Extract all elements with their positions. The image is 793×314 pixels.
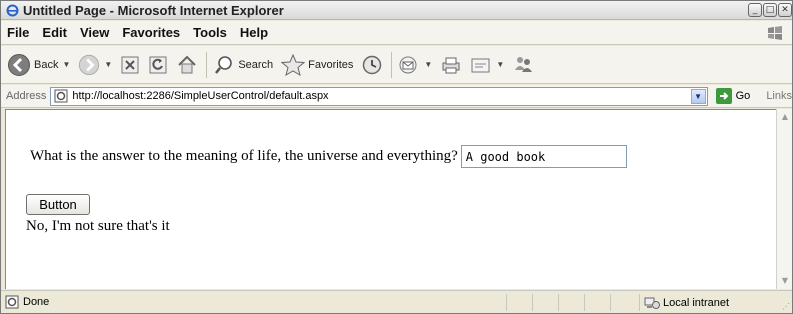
back-arrow-icon (8, 53, 30, 76)
favorites-label: Favorites (308, 58, 354, 71)
back-button[interactable]: Back ▼ (7, 50, 70, 80)
edit-dropdown-icon[interactable]: ▼ (496, 60, 504, 69)
windows-flag-icon (766, 24, 784, 42)
status-pane (532, 294, 558, 311)
browser-window: Untitled Page - Microsoft Internet Explo… (0, 0, 793, 314)
answer-input[interactable] (460, 145, 627, 168)
close-button[interactable]: ✕ (778, 3, 792, 17)
scroll-up-icon[interactable]: ▲ (777, 109, 793, 125)
menu-bar: File Edit View Favorites Tools Help (1, 21, 792, 45)
favorites-button[interactable]: Favorites (281, 50, 353, 80)
messenger-button[interactable] (512, 50, 534, 80)
mail-button[interactable]: ▼ (398, 50, 432, 80)
menu-file[interactable]: File (7, 25, 29, 40)
address-bar: Address http://localhost:2286/SimpleUser… (1, 85, 792, 108)
toolbar-separator (206, 51, 208, 78)
back-dropdown-icon[interactable]: ▼ (62, 60, 70, 69)
result-message: No, I'm not sure that's it (26, 218, 170, 234)
menu-favorites[interactable]: Favorites (122, 25, 180, 40)
title-bar[interactable]: Untitled Page - Microsoft Internet Explo… (1, 1, 792, 20)
forward-dropdown-icon[interactable]: ▼ (104, 60, 112, 69)
mail-dropdown-icon[interactable]: ▼ (424, 60, 432, 69)
vertical-scrollbar[interactable]: ▲ ▼ (776, 109, 792, 289)
menu-view[interactable]: View (80, 25, 109, 40)
status-pane (584, 294, 610, 311)
go-button[interactable]: Go (715, 88, 751, 104)
status-bar: Done Local intranet ⋰ (1, 290, 792, 313)
resize-grip-icon[interactable]: ⋰ (782, 302, 790, 311)
page-icon (54, 89, 68, 103)
status-pane (506, 294, 532, 311)
page-done-icon (5, 295, 19, 309)
maximize-button[interactable]: □ (763, 3, 777, 17)
links-button[interactable]: Links (766, 90, 792, 102)
page-content: What is the answer to the meaning of lif… (5, 109, 776, 289)
stop-icon (121, 56, 139, 73)
question-row: What is the answer to the meaning of lif… (30, 145, 627, 168)
print-button[interactable] (440, 50, 462, 80)
printer-icon (442, 57, 460, 73)
address-input[interactable]: http://localhost:2286/SimpleUserControl/… (50, 86, 708, 106)
search-label: Search (238, 58, 274, 71)
toolbar: Back ▼ ▼ Search Favorites ▼ ▼ (1, 46, 792, 84)
edit-document-icon (471, 58, 490, 72)
ie-icon (5, 3, 19, 17)
history-icon (363, 55, 382, 74)
refresh-icon (149, 56, 167, 73)
toolbar-separator (391, 51, 393, 78)
search-button[interactable]: Search (213, 50, 273, 80)
refresh-button[interactable] (148, 50, 168, 80)
search-icon (215, 55, 233, 74)
edit-button[interactable]: ▼ (470, 50, 504, 80)
menu-tools[interactable]: Tools (193, 25, 227, 40)
menu-help[interactable]: Help (240, 25, 268, 40)
question-label: What is the answer to the meaning of lif… (30, 148, 458, 164)
messenger-icon (515, 56, 533, 72)
scroll-down-icon[interactable]: ▼ (777, 273, 793, 289)
mail-icon (399, 56, 417, 73)
menu-edit[interactable]: Edit (42, 25, 67, 40)
status-pane (610, 294, 636, 311)
home-button[interactable] (176, 50, 198, 80)
go-label: Go (735, 90, 751, 102)
security-zone[interactable]: Local intranet (639, 294, 729, 311)
home-icon (178, 55, 197, 73)
zone-label: Local intranet (663, 296, 730, 309)
intranet-icon (644, 297, 660, 309)
window-title: Untitled Page - Microsoft Internet Explo… (23, 2, 284, 18)
submit-button[interactable]: Button (26, 194, 90, 215)
forward-button[interactable]: ▼ (78, 50, 112, 80)
status-pane (558, 294, 584, 311)
go-arrow-icon (715, 88, 732, 104)
address-label: Address (6, 90, 47, 102)
status-panes (506, 294, 636, 311)
minimize-button[interactable]: _ (748, 3, 762, 17)
forward-arrow-icon (79, 54, 100, 75)
address-dropdown-icon[interactable]: ▼ (690, 88, 706, 104)
favorites-star-icon (281, 53, 306, 76)
history-button[interactable] (361, 50, 383, 80)
address-url: http://localhost:2286/SimpleUserControl/… (72, 90, 329, 102)
back-label: Back (34, 58, 59, 71)
status-text: Done (23, 296, 50, 308)
stop-button[interactable] (120, 50, 140, 80)
